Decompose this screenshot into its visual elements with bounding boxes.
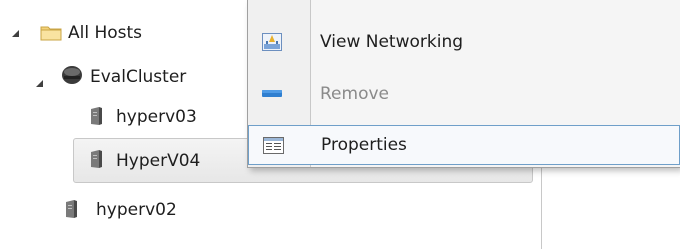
tree-item-label: All Hosts: [68, 23, 143, 43]
remove-icon: [262, 90, 282, 97]
tree-expander[interactable]: [36, 80, 43, 87]
menu-item-remove[interactable]: Remove: [248, 76, 680, 112]
tree-item-hyperv04[interactable]: HyperV04: [116, 144, 200, 178]
menu-item-label: Properties: [321, 135, 407, 155]
tree-item-label: EvalCluster: [90, 67, 187, 87]
tree-expander[interactable]: [12, 30, 19, 37]
context-menu: View Networking Remove Properties: [247, 0, 680, 168]
tree-item-evalcluster[interactable]: EvalCluster: [90, 60, 186, 94]
menu-item-label: Remove: [320, 84, 389, 104]
tree-item-all-hosts[interactable]: All Hosts: [68, 16, 142, 50]
cluster-icon: [62, 66, 82, 84]
menu-item-label: View Networking: [320, 32, 464, 52]
properties-icon: [263, 136, 284, 154]
folder-icon: [40, 26, 62, 41]
menu-item-view-networking[interactable]: View Networking: [248, 24, 680, 60]
menu-item-properties[interactable]: Properties: [248, 125, 680, 165]
tree-item-hyperv02[interactable]: hyperv02: [96, 193, 177, 227]
view-networking-icon: [262, 33, 282, 51]
tree-item-label: HyperV04: [116, 151, 201, 171]
tree-item-label: hyperv02: [96, 200, 177, 220]
server-icon: [91, 150, 102, 168]
server-icon: [66, 200, 77, 218]
server-icon: [91, 107, 102, 125]
tree-item-label: hyperv03: [116, 107, 197, 127]
tree-item-hyperv03[interactable]: hyperv03: [116, 100, 197, 134]
